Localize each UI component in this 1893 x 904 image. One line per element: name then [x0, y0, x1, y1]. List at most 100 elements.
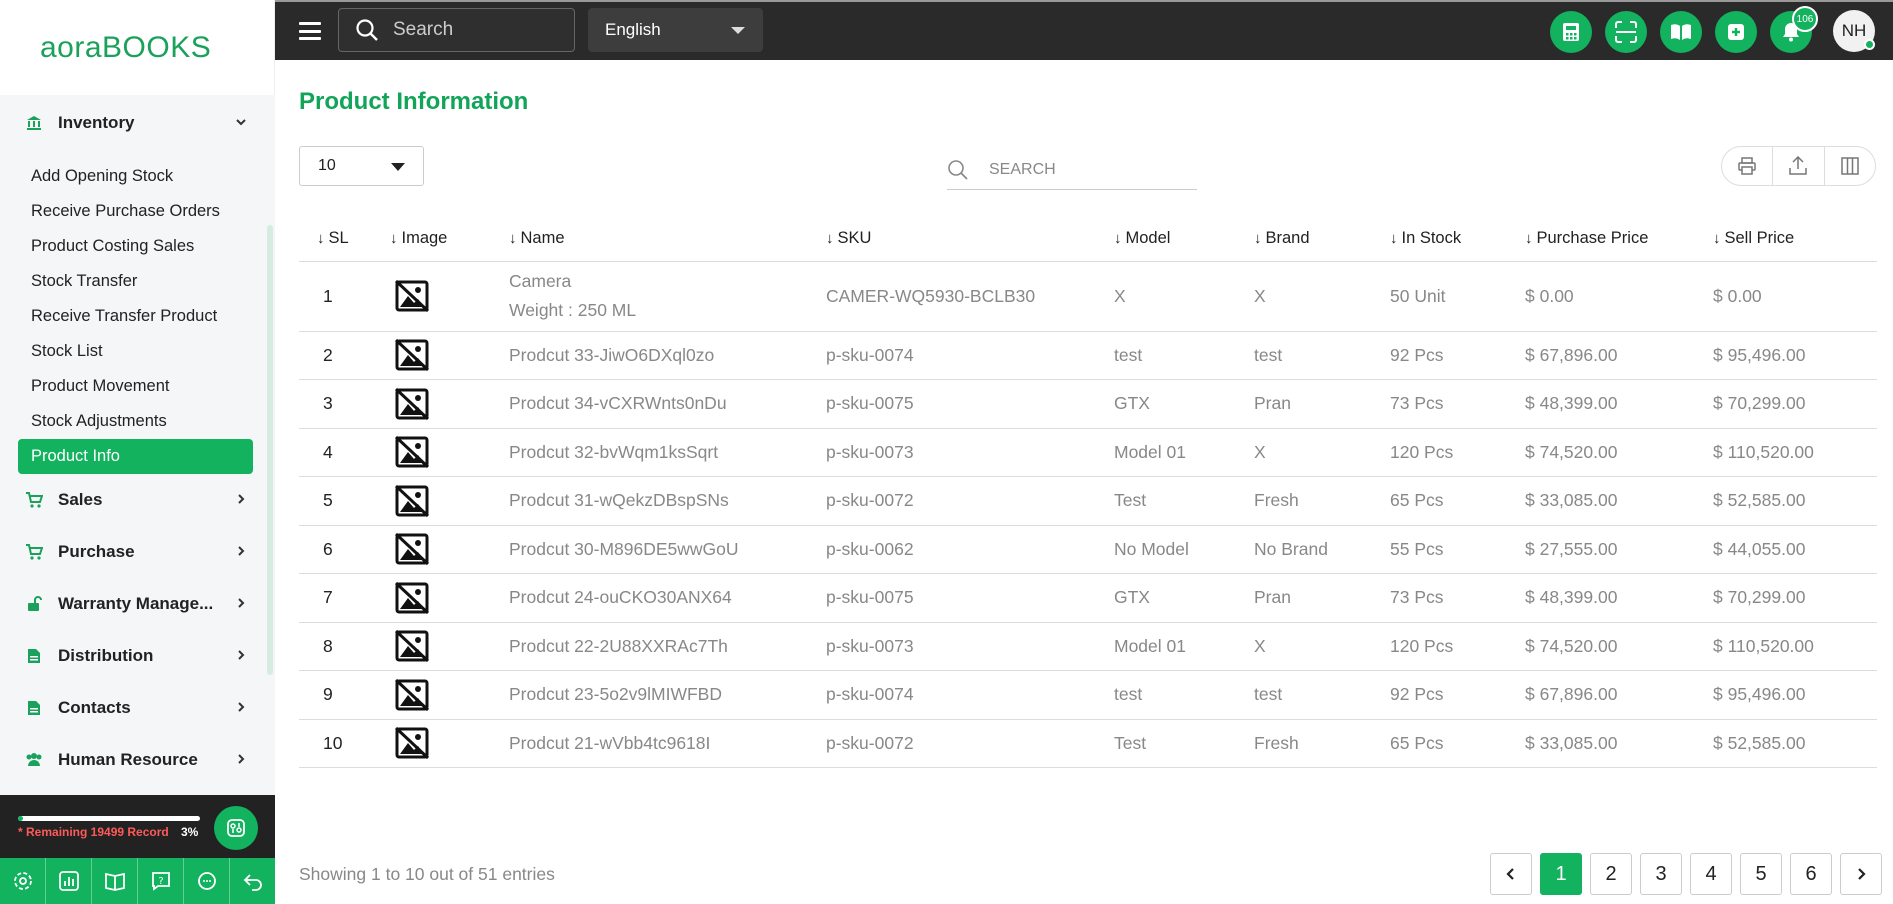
- cell-sl: 7: [299, 573, 390, 623]
- page-button-6[interactable]: 6: [1790, 853, 1832, 895]
- page-button-5[interactable]: 5: [1740, 853, 1782, 895]
- column-header-name[interactable]: ↓ Name: [509, 217, 826, 262]
- print-button[interactable]: [1722, 147, 1774, 185]
- open-book-icon: [1671, 24, 1691, 40]
- page-button-4[interactable]: 4: [1690, 853, 1732, 895]
- per-page-select[interactable]: 10: [299, 146, 424, 186]
- cell-model: No Model: [1114, 525, 1254, 574]
- user-avatar[interactable]: NH: [1833, 10, 1875, 52]
- book-button[interactable]: [1660, 11, 1702, 53]
- entries-summary: Showing 1 to 10 out of 51 entries: [299, 864, 555, 884]
- column-header-image[interactable]: ↓ Image: [390, 217, 509, 262]
- table-search-input[interactable]: [989, 160, 1189, 179]
- cell-model: X: [1114, 261, 1254, 332]
- column-header-sell-price[interactable]: ↓ Sell Price: [1713, 217, 1877, 262]
- sidebar-group-contacts[interactable]: Contacts: [0, 682, 275, 734]
- table-row[interactable]: 4 Prodcut 32-bvWqm1ksSqrt p-sku-0073 Model …: [299, 428, 1877, 477]
- cell-sku: p-sku-0075: [826, 573, 1114, 623]
- language-select[interactable]: English: [588, 8, 763, 52]
- topbar: English 106 NH: [275, 0, 1893, 60]
- sidebar-item-add-opening-stock[interactable]: Add Opening Stock: [0, 159, 253, 194]
- database-button[interactable]: [214, 806, 258, 850]
- table-row[interactable]: 1 Camera Weight : 250 ML CAMER-WQ5930-BCLB3…: [299, 261, 1877, 332]
- column-header-sku[interactable]: ↓ SKU: [826, 217, 1114, 262]
- table-row[interactable]: 2 Prodcut 33-JiwO6DXql0zo p-sku-0074 test te…: [299, 331, 1877, 380]
- table-row[interactable]: 10 Prodcut 21-wVbb4tc9618I p-sku-0072 Test F…: [299, 719, 1877, 768]
- column-header-purchase-price[interactable]: ↓ Purchase Price: [1525, 217, 1713, 262]
- calculator-button[interactable]: [1550, 11, 1592, 53]
- sidebar-group-distribution[interactable]: Distribution: [0, 630, 275, 682]
- page-button-3[interactable]: 3: [1640, 853, 1682, 895]
- book-icon: [104, 872, 125, 891]
- cell-model: Model 01: [1114, 622, 1254, 671]
- cell-image: [390, 476, 509, 526]
- table-row[interactable]: 9 Prodcut 23-5o2v9lMIWFBD p-sku-0074 test te…: [299, 670, 1877, 720]
- column-header-sl[interactable]: ↓ SL: [299, 217, 390, 262]
- next-page-button[interactable]: [1840, 853, 1882, 895]
- cell-sell-price: $ 0.00: [1713, 261, 1877, 332]
- support-button[interactable]: [184, 858, 230, 904]
- column-header-in-stock[interactable]: ↓ In Stock: [1390, 217, 1525, 262]
- cell-sku: p-sku-0075: [826, 379, 1114, 429]
- global-search-input[interactable]: [393, 19, 553, 41]
- database-icon: [227, 819, 245, 837]
- cell-sell-price: $ 95,496.00: [1713, 331, 1877, 380]
- sort-arrow-icon: ↓: [1713, 230, 1721, 248]
- sort-arrow-icon: ↓: [509, 230, 517, 248]
- table-search[interactable]: [947, 150, 1197, 190]
- scan-button[interactable]: [1605, 11, 1647, 53]
- chevron-right-icon: [235, 753, 247, 768]
- menu-toggle-button[interactable]: [299, 22, 321, 40]
- sidebar-group-purchase[interactable]: Purchase: [0, 526, 275, 578]
- help-button[interactable]: ?: [138, 858, 184, 904]
- document-icon: [24, 699, 44, 717]
- sidebar-scrollbar[interactable]: [267, 225, 273, 675]
- sidebar-item-receive-transfer-product[interactable]: Receive Transfer Product: [0, 299, 253, 334]
- chevron-down-icon: [235, 116, 247, 131]
- settings-button[interactable]: [0, 858, 46, 904]
- app-logo[interactable]: aora BOOKS: [0, 0, 274, 95]
- column-header-brand[interactable]: ↓ Brand: [1254, 217, 1390, 262]
- table-row[interactable]: 6 Prodcut 30-M896DE5wwGoU p-sku-0062 No Mod…: [299, 525, 1877, 574]
- logout-button[interactable]: [230, 858, 275, 904]
- return-icon: [243, 874, 262, 891]
- sidebar-toolbar: ?: [0, 858, 275, 904]
- sidebar-item-receive-purchase-orders[interactable]: Receive Purchase Orders: [0, 194, 253, 229]
- cell-in-stock: 50 Unit: [1390, 261, 1525, 332]
- sidebar-item-product-movement[interactable]: Product Movement: [0, 369, 253, 404]
- chevron-right-icon: [235, 493, 247, 508]
- cell-sell-price: $ 95,496.00: [1713, 670, 1877, 720]
- sidebar-item-stock-adjustments[interactable]: Stock Adjustments: [0, 404, 253, 439]
- sidebar-item-product-costing-sales[interactable]: Product Costing Sales: [0, 229, 253, 264]
- sidebar-group-inventory[interactable]: Inventory: [0, 97, 275, 149]
- reports-button[interactable]: [46, 858, 92, 904]
- columns-button[interactable]: [1825, 147, 1875, 185]
- cell-sku: p-sku-0074: [826, 331, 1114, 380]
- column-header-model[interactable]: ↓ Model: [1114, 217, 1254, 262]
- cell-sl: 9: [299, 670, 390, 720]
- export-button[interactable]: [1773, 147, 1825, 185]
- page-button-2[interactable]: 2: [1590, 853, 1632, 895]
- sidebar-item-stock-transfer[interactable]: Stock Transfer: [0, 264, 253, 299]
- cell-sell-price: $ 110,520.00: [1713, 428, 1877, 477]
- sidebar-group-human-resource[interactable]: Human Resource: [0, 734, 275, 786]
- add-button[interactable]: [1715, 11, 1757, 53]
- cell-sku: p-sku-0072: [826, 719, 1114, 768]
- table-row[interactable]: 7 Prodcut 24-ouCKO30ANX64 p-sku-0075 GTX Pra…: [299, 573, 1877, 623]
- global-search[interactable]: [338, 8, 575, 52]
- sidebar-item-stock-list[interactable]: Stock List: [0, 334, 253, 369]
- table-row[interactable]: 3 Prodcut 34-vCXRWnts0nDu p-sku-0075 GTX Pra…: [299, 379, 1877, 429]
- table-row[interactable]: 5 Prodcut 31-wQekzDBspSNs p-sku-0072 Test Fr…: [299, 476, 1877, 526]
- page-button-1[interactable]: 1: [1540, 853, 1582, 895]
- sidebar-group-label: Distribution: [58, 646, 154, 665]
- sidebar-item-product-info[interactable]: Product Info: [18, 439, 253, 474]
- cell-brand: test: [1254, 331, 1390, 380]
- notifications-button[interactable]: 106: [1770, 6, 1818, 53]
- table-row[interactable]: 8 Prodcut 22-2U88XXRAc7Th p-sku-0073 Model …: [299, 622, 1877, 671]
- prev-page-button[interactable]: [1490, 853, 1532, 895]
- sidebar-group-sales[interactable]: Sales: [0, 474, 275, 526]
- cell-image: [390, 719, 509, 768]
- cell-sell-price: $ 52,585.00: [1713, 719, 1877, 768]
- sidebar-group-warranty[interactable]: Warranty Manage...: [0, 578, 275, 630]
- guide-button[interactable]: [92, 858, 138, 904]
